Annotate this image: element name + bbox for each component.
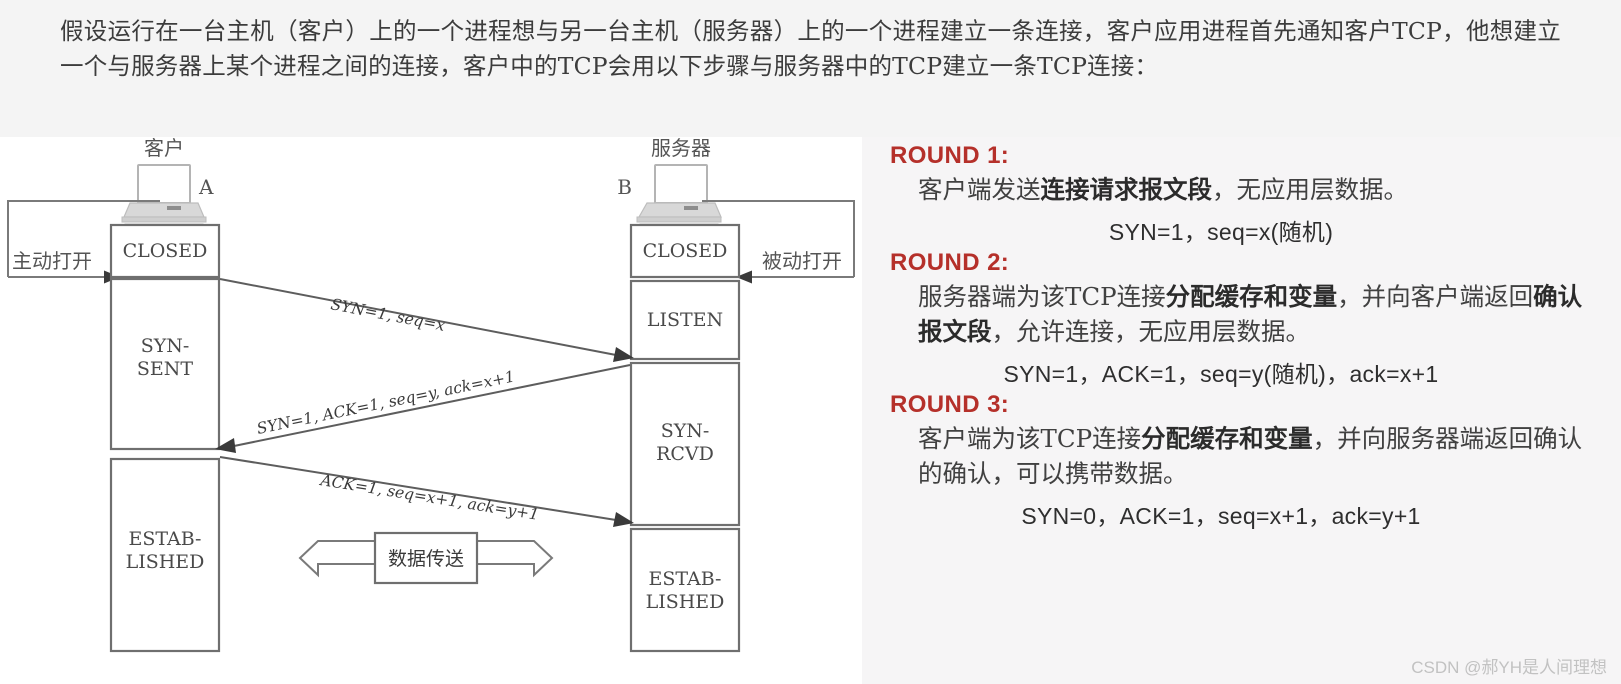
round-3-heading: ROUND 3: — [890, 391, 1010, 418]
tcp-handshake-diagram: 客户 服务器 A B 主动打开 被动打开 CLOSED SYN- SENT ES… — [0, 137, 862, 684]
page-root: 假设运行在一台主机（客户）上的一个进程想与另一台主机（服务器）上的一个进程建立一… — [0, 0, 1621, 684]
client-state-syn-sent-line2: SENT — [137, 358, 194, 380]
client-laptop-icon — [121, 164, 207, 230]
segment-2-label: SYN=1, ACK=1, seq=y, ack=x+1 — [255, 367, 516, 438]
server-state-listen-label: LISTEN — [647, 309, 723, 331]
round-1-body-pre: 客户端发送 — [918, 175, 1041, 204]
server-state-column: CLOSED LISTEN SYN- RCVD ESTAB- LISHED — [629, 223, 741, 653]
round-1-body: 客户端发送连接请求报文段，无应用层数据。 — [876, 172, 1606, 207]
client-active-open-label: 主动打开 — [12, 249, 92, 273]
segment-1-label: SYN=1, seq=x — [329, 295, 446, 335]
round-2-heading: ROUND 2: — [890, 249, 1010, 276]
client-host-label: 客户 — [144, 137, 184, 160]
round-2-body-pre: 服务器端为该TCP连接 — [918, 282, 1166, 311]
round-1-block: ROUND 1: 客户端发送连接请求报文段，无应用层数据。 SYN=1，seq=… — [876, 142, 1606, 247]
server-state-syn-rcvd-line1: SYN- — [661, 420, 710, 442]
round-2-body-mid: ，并向客户端返回 — [1337, 282, 1534, 311]
client-state-established-line1: ESTAB- — [129, 528, 202, 550]
csdn-watermark: CSDN @郝YH是人间理想 — [1411, 658, 1607, 677]
server-node-letter: B — [617, 175, 632, 199]
round-2-formula: SYN=1，ACK=1，seq=y(随机)，ack=x+1 — [1003, 361, 1439, 387]
round-2-body: 服务器端为该TCP连接分配缓存和变量，并向客户端返回确认报文段，允许连接，无应用… — [876, 279, 1606, 349]
server-state-syn-rcvd-line2: RCVD — [656, 443, 714, 465]
server-state-established-line2: LISHED — [646, 591, 725, 613]
intro-paragraph: 假设运行在一台主机（客户）上的一个进程想与另一台主机（服务器）上的一个进程建立一… — [60, 17, 1561, 80]
round-1-heading: ROUND 1: — [890, 142, 1010, 169]
round-3-body-pre: 客户端为该TCP连接 — [918, 424, 1142, 453]
server-host-label: 服务器 — [651, 137, 711, 160]
segment-3-label: ACK=1, seq=x+1, ack=y+1 — [317, 471, 540, 524]
client-node-letter: A — [198, 175, 214, 199]
server-laptop-icon — [636, 164, 722, 230]
server-state-closed-label: CLOSED — [643, 240, 728, 262]
round-3-block: ROUND 3: 客户端为该TCP连接分配缓存和变量，并向服务器端返回确认的确认… — [876, 391, 1606, 531]
round-3-formula: SYN=0，ACK=1，seq=x+1，ack=y+1 — [1021, 503, 1421, 529]
server-state-established-box — [629, 527, 741, 653]
round-2-body-bold: 分配缓存和变量 — [1165, 282, 1338, 311]
round-2-body-post: ，允许连接，无应用层数据。 — [991, 317, 1311, 346]
server-passive-open-label: 被动打开 — [762, 249, 842, 273]
client-state-column: CLOSED SYN- SENT ESTAB- LISHED — [109, 223, 221, 653]
client-state-syn-sent-line1: SYN- — [141, 335, 190, 357]
round-3-body-bold: 分配缓存和变量 — [1141, 424, 1313, 453]
round-2-block: ROUND 2: 服务器端为该TCP连接分配缓存和变量，并向客户端返回确认报文段… — [876, 249, 1606, 389]
client-state-established-line2: LISHED — [126, 551, 205, 573]
intro-section: 假设运行在一台主机（客户）上的一个进程想与另一台主机（服务器）上的一个进程建立一… — [0, 0, 1621, 137]
client-state-closed-label: CLOSED — [123, 240, 208, 262]
segment-2-arrow — [215, 364, 631, 453]
round-1-formula: SYN=1，seq=x(随机) — [1108, 219, 1334, 245]
round-3-body: 客户端为该TCP连接分配缓存和变量，并向服务器端返回确认的确认，可以携带数据。 — [876, 421, 1606, 491]
round-1-body-bold: 连接请求报文段 — [1040, 175, 1213, 204]
rounds-panel: ROUND 1: 客户端发送连接请求报文段，无应用层数据。 SYN=1，seq=… — [862, 137, 1621, 684]
diagram-canvas: 客户 服务器 A B 主动打开 被动打开 CLOSED SYN- SENT ES… — [7, 137, 855, 653]
round-1-body-post: ，无应用层数据。 — [1212, 175, 1408, 204]
data-transfer-label: 数据传送 — [388, 548, 464, 570]
data-transfer-indicator: 数据传送 — [298, 531, 554, 585]
server-state-established-line1: ESTAB- — [649, 568, 722, 590]
